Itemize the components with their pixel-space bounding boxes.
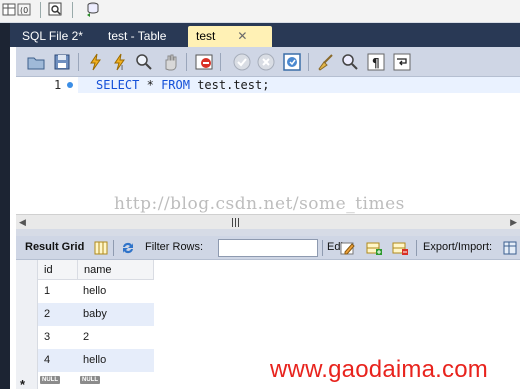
execute-current-icon[interactable]: I [110, 52, 130, 72]
svg-text:(0: (0 [20, 6, 28, 15]
site-watermark: www.gaodaima.com [270, 356, 488, 383]
database-sync-icon[interactable] [84, 1, 102, 19]
table-identifier: test.test; [197, 78, 270, 92]
filter-rows-input[interactable] [218, 239, 318, 257]
cell-id[interactable]: 3 [38, 326, 78, 349]
export-icon[interactable] [502, 240, 518, 256]
stop-hand-icon[interactable] [160, 52, 180, 72]
cell-name[interactable]: 2 [78, 326, 154, 349]
tab-label: SQL File 2* [22, 29, 83, 43]
table-row[interactable]: 2 baby [38, 303, 154, 326]
result-grid-tab[interactable]: Result Grid [25, 241, 84, 253]
table-icon[interactable] [2, 2, 17, 17]
beautify-broom-icon[interactable] [316, 52, 336, 72]
scroll-left-icon[interactable]: ◀ [19, 217, 26, 228]
sql-statement[interactable]: SELECT * FROM test.test; [96, 78, 269, 92]
close-icon[interactable]: ✕ [237, 26, 247, 47]
svg-text:¶: ¶ [372, 56, 380, 70]
rollback-x-icon[interactable] [256, 52, 276, 72]
line-number: 1 [54, 78, 62, 92]
cell-id[interactable]: 2 [38, 303, 78, 326]
tab-sql-file-2[interactable]: SQL File 2* [14, 26, 91, 47]
editor-toolbar: I ¶ [16, 47, 520, 77]
edit-cell-icon[interactable] [340, 240, 356, 256]
invisible-chars-icon[interactable]: ¶ [366, 52, 386, 72]
table-row[interactable]: 4 hello [38, 349, 154, 372]
export-import-label: Export/Import: [423, 241, 493, 253]
cell-name[interactable]: hello [78, 349, 154, 372]
auto-commit-icon[interactable] [282, 52, 302, 72]
execute-lightning-icon[interactable] [86, 52, 106, 72]
tab-bar: SQL File 2* test - Table test ✕ [10, 23, 520, 47]
current-line-highlight: SELECT * FROM test.test; [78, 77, 520, 93]
editor-horizontal-scrollbar[interactable]: ◀ ▶ [16, 214, 520, 229]
add-row-icon[interactable] [366, 240, 382, 256]
main-toolbar: (0 [0, 0, 520, 23]
filter-rows-label: Filter Rows: [145, 241, 204, 253]
cell-name[interactable]: hello [78, 280, 154, 303]
table-row[interactable]: 3 2 [38, 326, 154, 349]
tab-label: test [196, 29, 216, 43]
grid-columns-icon[interactable] [93, 240, 109, 256]
find-magnifier-icon[interactable] [340, 52, 360, 72]
save-icon[interactable] [52, 52, 72, 72]
cell-name[interactable]: baby [78, 303, 154, 326]
null-badge-name[interactable]: NULL [80, 376, 100, 384]
inspect-icon[interactable] [48, 2, 63, 17]
open-folder-icon[interactable] [26, 52, 46, 72]
new-row-marker: * [20, 377, 26, 389]
left-panel-edge [0, 23, 10, 389]
result-toolbar: Result Grid Filter Rows: Edit: Export/Im… [16, 236, 520, 260]
column-header-name[interactable]: name [78, 260, 154, 280]
toggle-stop-on-error-icon[interactable] [194, 52, 214, 72]
select-star: * [146, 78, 154, 92]
tab-test-table[interactable]: test - Table [100, 26, 174, 47]
tab-label: test - Table [108, 29, 167, 43]
refresh-icon[interactable] [120, 240, 136, 256]
cell-id[interactable]: 4 [38, 349, 78, 372]
word-wrap-icon[interactable] [392, 52, 412, 72]
commit-check-icon[interactable] [232, 52, 252, 72]
cell-id[interactable]: 1 [38, 280, 78, 303]
explain-icon[interactable] [134, 52, 154, 72]
scroll-right-icon[interactable]: ▶ [510, 217, 517, 228]
scroll-thumb[interactable] [206, 218, 266, 227]
statement-marker-icon [67, 82, 73, 88]
column-header-id[interactable]: id [38, 260, 78, 280]
line-gutter: 1 [16, 77, 78, 214]
row-header-column [16, 260, 38, 389]
blog-watermark: http://blog.csdn.net/some_times [114, 194, 405, 214]
keyword-select: SELECT [96, 78, 140, 92]
delete-row-icon[interactable] [392, 240, 408, 256]
keyword-from: FROM [161, 78, 190, 92]
table-row[interactable]: 1 hello [38, 280, 154, 303]
tab-test[interactable]: test ✕ [188, 26, 272, 47]
svg-text:I: I [121, 64, 123, 72]
execute-icon[interactable]: (0 [17, 2, 32, 17]
panel-splitter[interactable] [16, 229, 520, 236]
null-badge-id[interactable]: NULL [40, 376, 60, 384]
